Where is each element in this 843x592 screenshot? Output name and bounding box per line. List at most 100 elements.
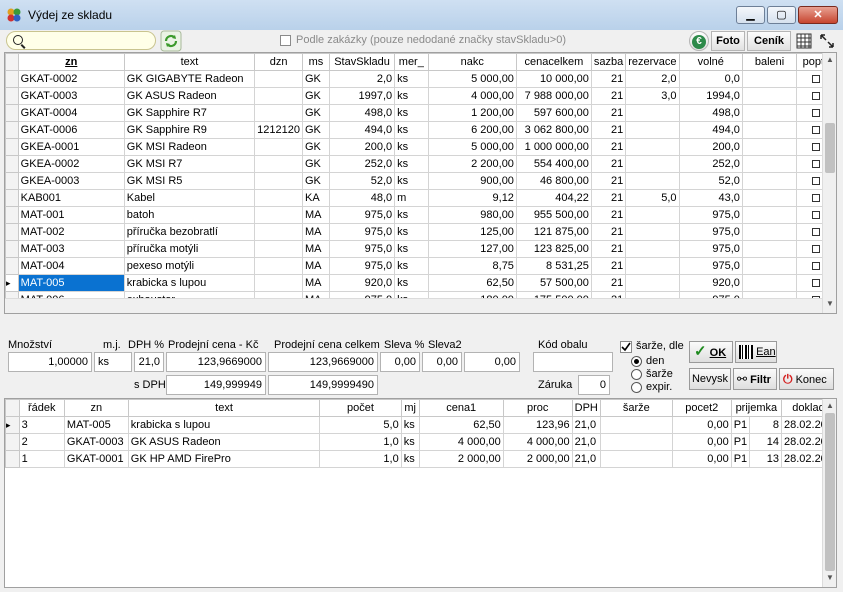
- cell-pocet2[interactable]: 0,00: [671, 433, 732, 451]
- prodejni-cena-celkem-sdph-field[interactable]: 149,9999490: [268, 375, 378, 395]
- cell-cena1[interactable]: 62,50: [418, 416, 504, 434]
- cell-rezervace[interactable]: [625, 274, 680, 292]
- kod-obalu-field[interactable]: [533, 352, 613, 372]
- prodejni-cena-celkem-field[interactable]: 123,9669000: [268, 352, 378, 372]
- cell-baleni[interactable]: [741, 70, 798, 88]
- mj-field[interactable]: ks: [94, 352, 132, 372]
- cell-rezervace[interactable]: 5,0: [625, 189, 680, 207]
- cell-pocet[interactable]: 5,0: [319, 416, 402, 434]
- cell-mer[interactable]: ks: [394, 70, 429, 88]
- row-indicator[interactable]: [5, 206, 19, 224]
- cell-volne[interactable]: 975,0: [678, 223, 743, 241]
- cell-volne[interactable]: 1994,0: [678, 87, 743, 105]
- stock-row[interactable]: GKAT-0003 GK ASUS Radeon GK 1997,0 ks 4 000,0…: [5, 87, 836, 105]
- cell-sarze[interactable]: [599, 450, 673, 468]
- cell-cenacelkem[interactable]: 1 000 000,00: [515, 138, 592, 156]
- row-indicator[interactable]: [5, 450, 20, 468]
- popts-checkbox[interactable]: [812, 92, 821, 101]
- cell-cenacelkem[interactable]: 57 500,00: [515, 274, 592, 292]
- cell-cenacelkem[interactable]: 554 400,00: [515, 155, 592, 173]
- expand-icon[interactable]: [819, 33, 835, 49]
- stock-row[interactable]: MAT-003 příručka motýli MA 975,0 ks 127,00 123…: [5, 240, 836, 258]
- cell-zn[interactable]: MAT-002: [17, 223, 125, 241]
- row-indicator[interactable]: [5, 257, 19, 275]
- cell-pocet[interactable]: 1,0: [319, 450, 402, 468]
- cell-rezervace[interactable]: [625, 223, 680, 241]
- col-zn[interactable]: zn: [17, 53, 125, 71]
- cell-ms[interactable]: GK: [302, 138, 330, 156]
- cell-mj[interactable]: ks: [400, 433, 420, 451]
- row-indicator[interactable]: [5, 433, 20, 451]
- cell-mer[interactable]: m: [394, 189, 429, 207]
- cell-cenacelkem[interactable]: 404,22: [515, 189, 592, 207]
- stock-row[interactable]: MAT-002 příručka bezobratlí MA 975,0 ks 125,0…: [5, 223, 836, 241]
- cell-mer[interactable]: ks: [394, 104, 429, 122]
- cell-dzn[interactable]: [254, 104, 303, 122]
- cell-mer[interactable]: ks: [394, 206, 429, 224]
- row-indicator[interactable]: ▸: [5, 274, 19, 292]
- cell-text[interactable]: GK MSI R5: [123, 172, 256, 190]
- cell-zn[interactable]: MAT-005: [17, 274, 125, 292]
- cell-nakc[interactable]: 900,00: [427, 172, 517, 190]
- cell-prijemka-num[interactable]: 8: [749, 416, 782, 434]
- cell-zn[interactable]: MAT-005: [63, 416, 129, 434]
- cell-rezervace[interactable]: [625, 206, 680, 224]
- cell-stavskladu[interactable]: 2,0: [328, 70, 396, 88]
- cell-baleni[interactable]: [741, 189, 798, 207]
- search-input[interactable]: [6, 31, 156, 50]
- cell-baleni[interactable]: [741, 104, 798, 122]
- cell-prijemka-num[interactable]: 14: [749, 433, 782, 451]
- cell-radek[interactable]: 3: [18, 416, 65, 434]
- cell-text[interactable]: krabicka s lupou: [123, 274, 256, 292]
- cell-sazba[interactable]: 21: [590, 155, 627, 173]
- cell-rezervace[interactable]: [625, 138, 680, 156]
- cell-ms[interactable]: GK: [302, 87, 330, 105]
- popts-checkbox[interactable]: [812, 160, 821, 169]
- scroll-down-icon[interactable]: ▼: [826, 573, 834, 582]
- cell-zn[interactable]: GKEA-0002: [17, 155, 125, 173]
- cell-sazba[interactable]: 21: [590, 206, 627, 224]
- cell-volne[interactable]: 975,0: [678, 206, 743, 224]
- popts-checkbox[interactable]: [812, 245, 821, 254]
- cell-baleni[interactable]: [741, 257, 798, 275]
- cell-cenacelkem[interactable]: 46 800,00: [515, 172, 592, 190]
- row-indicator[interactable]: [5, 223, 19, 241]
- cell-zn[interactable]: GKAT-0003: [17, 87, 125, 105]
- scroll-thumb[interactable]: [825, 123, 835, 173]
- cell-volne[interactable]: 252,0: [678, 155, 743, 173]
- cell-dph[interactable]: 21,0: [571, 416, 601, 434]
- col-sarze[interactable]: šarže: [599, 399, 673, 417]
- col-proc[interactable]: proc: [502, 399, 573, 417]
- cell-stavskladu[interactable]: 920,0: [328, 274, 396, 292]
- cell-zn[interactable]: GKAT-0006: [17, 121, 125, 139]
- cell-ms[interactable]: MA: [302, 274, 330, 292]
- cell-nakc[interactable]: 2 200,00: [427, 155, 517, 173]
- cell-prijemka-num[interactable]: 13: [749, 450, 782, 468]
- cell-cenacelkem[interactable]: 123 825,00: [515, 240, 592, 258]
- cell-cenacelkem[interactable]: 10 000,00: [515, 70, 592, 88]
- cell-proc[interactable]: 2 000,00: [502, 450, 573, 468]
- row-indicator[interactable]: ▸: [5, 416, 20, 434]
- col-prijemka[interactable]: prijemka: [730, 399, 782, 417]
- cell-stavskladu[interactable]: 48,0: [328, 189, 396, 207]
- cell-rezervace[interactable]: 3,0: [625, 87, 680, 105]
- cell-mer[interactable]: ks: [394, 87, 429, 105]
- cell-stavskladu[interactable]: 252,0: [328, 155, 396, 173]
- stock-row[interactable]: GKEA-0001 GK MSI Radeon GK 200,0 ks 5 000,00 1…: [5, 138, 836, 156]
- radio-expir[interactable]: [631, 382, 642, 393]
- cell-text[interactable]: GK GIGABYTE Radeon: [123, 70, 256, 88]
- cell-nakc[interactable]: 6 200,00: [427, 121, 517, 139]
- cell-mer[interactable]: ks: [394, 138, 429, 156]
- nevysk-button[interactable]: Nevysk: [689, 368, 731, 390]
- scroll-down-icon[interactable]: ▼: [826, 299, 834, 308]
- cell-cenacelkem[interactable]: 597 600,00: [515, 104, 592, 122]
- cell-zn[interactable]: GKAT-0003: [63, 433, 129, 451]
- popts-checkbox[interactable]: [812, 126, 821, 135]
- cell-stavskladu[interactable]: 975,0: [328, 206, 396, 224]
- cell-radek[interactable]: 2: [18, 433, 65, 451]
- col-dzn[interactable]: dzn: [254, 53, 303, 71]
- maximize-button[interactable]: ▢: [767, 6, 796, 24]
- cell-sarze[interactable]: [599, 433, 673, 451]
- stock-row[interactable]: ▸ MAT-005 krabicka s lupou MA 920,0 ks 62,50 57…: [5, 274, 836, 292]
- refresh-icon[interactable]: [160, 30, 182, 52]
